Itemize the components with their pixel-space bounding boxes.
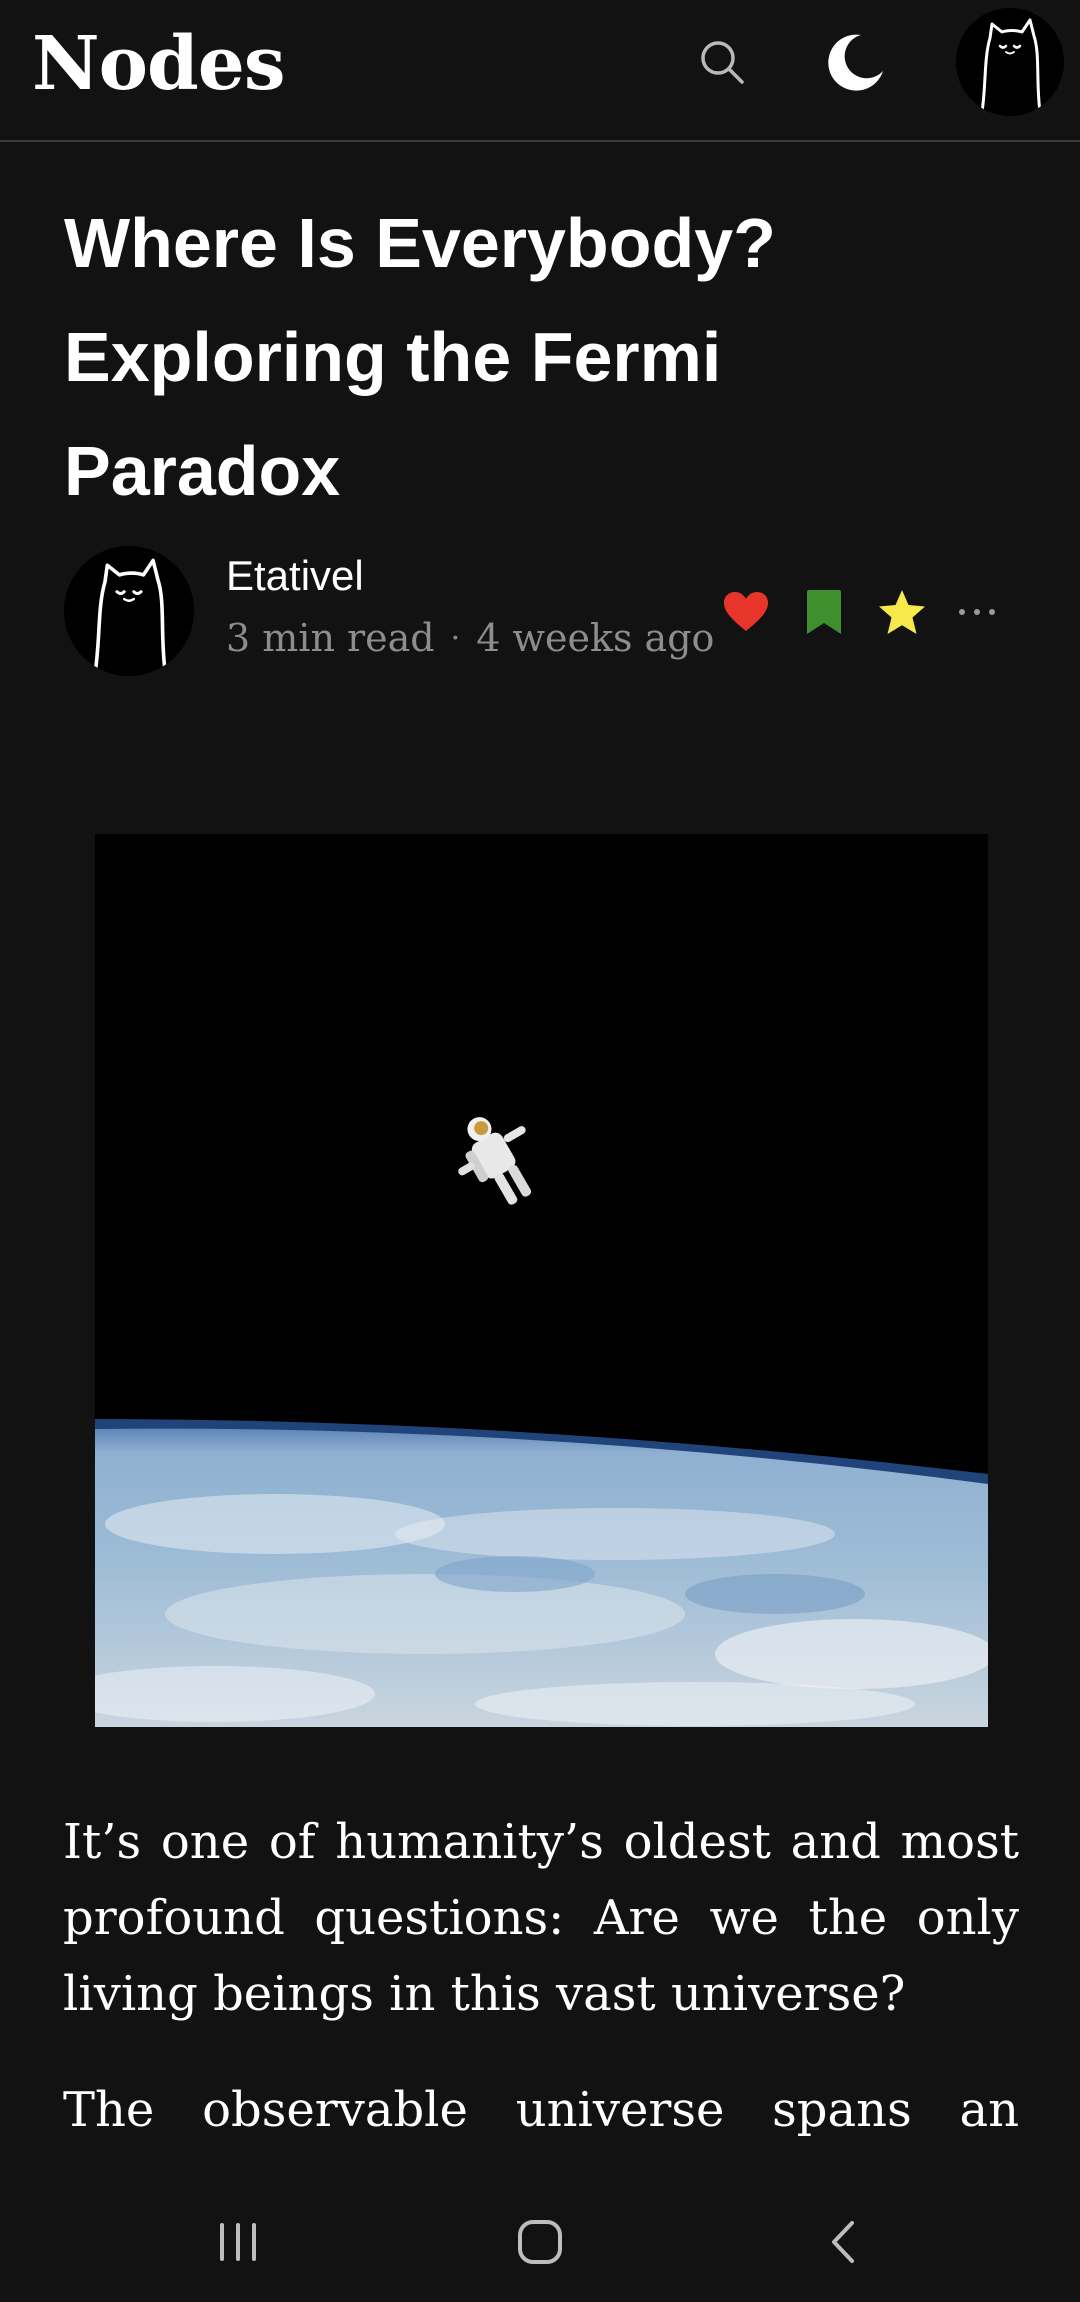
search-icon — [701, 41, 744, 84]
astronaut-earth-image — [95, 834, 988, 1727]
recents-button[interactable] — [198, 2212, 278, 2272]
recents-icon — [220, 2223, 256, 2261]
star-icon — [879, 590, 925, 634]
cat-avatar-icon — [64, 546, 194, 676]
article-title: Where Is Everybody? Exploring the Fermi … — [64, 204, 776, 510]
home-button[interactable] — [500, 2212, 580, 2272]
author-avatar[interactable] — [64, 546, 194, 676]
article-meta: 3 min read · 4 weeks ago — [226, 616, 714, 660]
app-root: Nodes Where Is Everybody? Exploring the … — [0, 0, 1080, 2302]
more-options-button[interactable] — [954, 586, 1000, 638]
favorite-button[interactable] — [876, 586, 928, 638]
back-icon — [832, 2221, 854, 2263]
moon-icon — [828, 34, 883, 91]
paragraph: The observable universe spans an — [63, 2082, 1019, 2138]
meta-separator: · — [450, 620, 461, 656]
article-body: It’s one of humanity’s oldest and most p… — [63, 1804, 1019, 2188]
read-time: 3 min read — [226, 616, 435, 660]
published-date: 4 weeks ago — [476, 616, 715, 660]
heart-icon — [724, 592, 768, 631]
author-name[interactable]: Etativel — [226, 552, 364, 600]
hero-image — [95, 834, 988, 1727]
article-actions — [720, 586, 1000, 638]
profile-avatar-button[interactable] — [956, 8, 1064, 116]
more-icon — [959, 609, 995, 615]
search-button[interactable] — [690, 30, 754, 94]
site-logo[interactable]: Nodes — [32, 14, 285, 114]
bookmark-icon — [807, 590, 841, 634]
top-header: Nodes — [0, 0, 1080, 142]
paragraph: It’s one of humanity’s oldest and most p… — [63, 1814, 1019, 2022]
bookmark-button[interactable] — [798, 586, 850, 638]
back-button[interactable] — [803, 2212, 883, 2272]
theme-toggle-button[interactable] — [818, 24, 894, 100]
system-navigation-bar — [0, 2182, 1080, 2302]
like-button[interactable] — [720, 586, 772, 638]
home-icon — [518, 2220, 562, 2264]
cat-avatar-icon — [956, 8, 1064, 116]
